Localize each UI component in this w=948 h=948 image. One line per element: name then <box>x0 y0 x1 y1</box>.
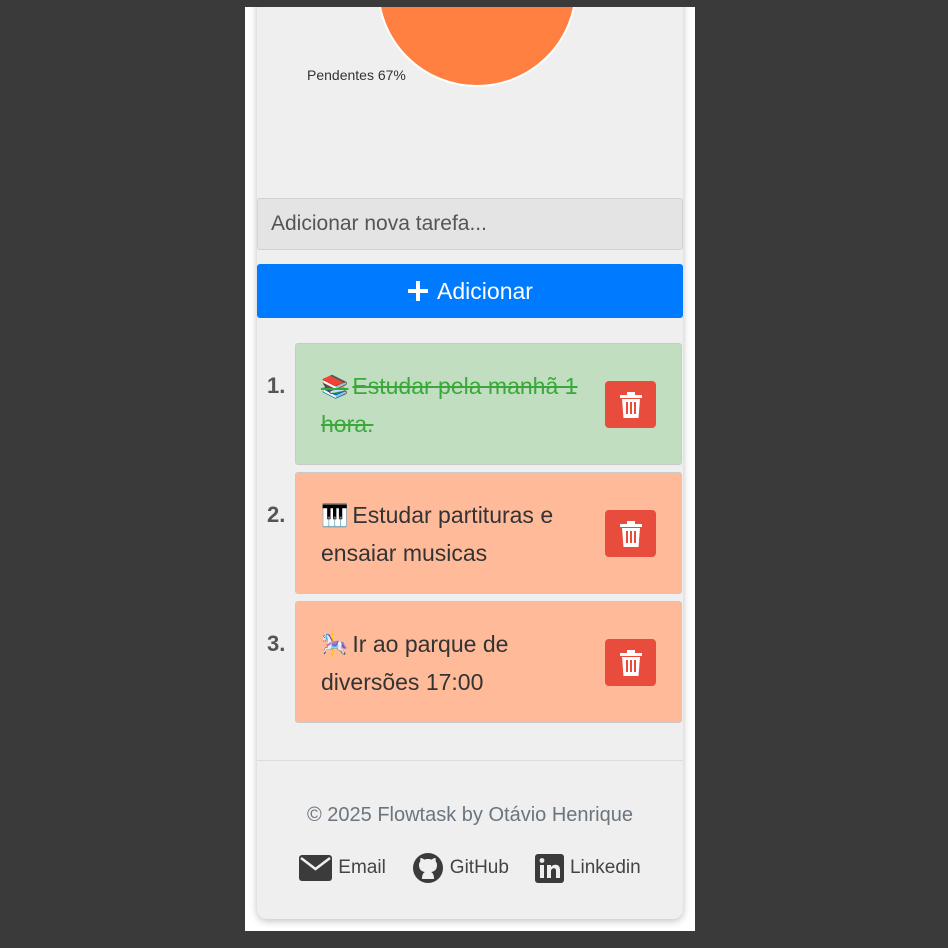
task-label: Estudar pela manhã 1 hora. <box>321 373 578 437</box>
pie-svg <box>379 7 575 87</box>
task-text[interactable]: 🎹 Estudar partituras e ensaiar musicas <box>321 497 591 572</box>
linkedin-link[interactable]: Linkedin <box>534 853 641 883</box>
email-link-label: Email <box>338 857 386 878</box>
task-label: Ir ao parque de diversões 17:00 <box>321 631 509 695</box>
footer-divider <box>257 760 683 761</box>
add-task-button[interactable]: Adicionar <box>257 264 683 318</box>
task-card-pending[interactable]: 🎹 Estudar partituras e ensaiar musicas <box>295 472 682 594</box>
carousel-emoji-icon: 🎠 <box>321 633 349 658</box>
footer-copyright: © 2025 Flowtask by Otávio Henrique <box>306 804 633 826</box>
add-task-label: Adicionar <box>437 277 533 304</box>
task-card-pending[interactable]: 🎠 Ir ao parque de diversões 17:00 <box>295 601 682 723</box>
task-number: 3. <box>267 631 286 656</box>
email-link[interactable]: Email <box>299 855 386 881</box>
envelope-icon <box>299 855 333 881</box>
task-number: 2. <box>267 502 286 527</box>
pie-label-pendentes: Pendentes 67% <box>307 67 406 83</box>
task-label: Estudar partituras e ensaiar musicas <box>321 502 554 566</box>
trash-icon <box>619 391 642 418</box>
linkedin-link-label: Linkedin <box>569 857 641 878</box>
github-link-label: GitHub <box>449 857 509 878</box>
footer-links: Email GitHub Linkedin <box>257 852 683 884</box>
app-viewport: Pendentes 67% Adicionar 1. 📚Estudar pela… <box>245 7 695 931</box>
task-number: 1. <box>267 373 286 398</box>
delete-task-button[interactable] <box>605 510 656 557</box>
linkedin-icon <box>534 853 564 883</box>
task-card-done[interactable]: 📚 Estudar pela manhã 1 hora. <box>295 343 682 465</box>
new-task-input[interactable] <box>257 198 683 250</box>
task-text[interactable]: 📚 Estudar pela manhã 1 hora. <box>321 368 591 443</box>
trash-icon <box>619 520 642 547</box>
plus-icon <box>408 281 429 301</box>
delete-task-button[interactable] <box>605 381 656 428</box>
trash-icon <box>619 649 642 676</box>
github-icon <box>412 853 443 883</box>
books-emoji-icon: 📚 <box>321 375 349 400</box>
task-text[interactable]: 🎠 Ir ao parque de diversões 17:00 <box>321 626 591 701</box>
task-pie-chart <box>377 7 577 87</box>
piano-emoji-icon: 🎹 <box>321 504 349 529</box>
pie-slice-pendentes <box>379 7 575 87</box>
github-link[interactable]: GitHub <box>412 852 509 884</box>
delete-task-button[interactable] <box>605 639 656 686</box>
